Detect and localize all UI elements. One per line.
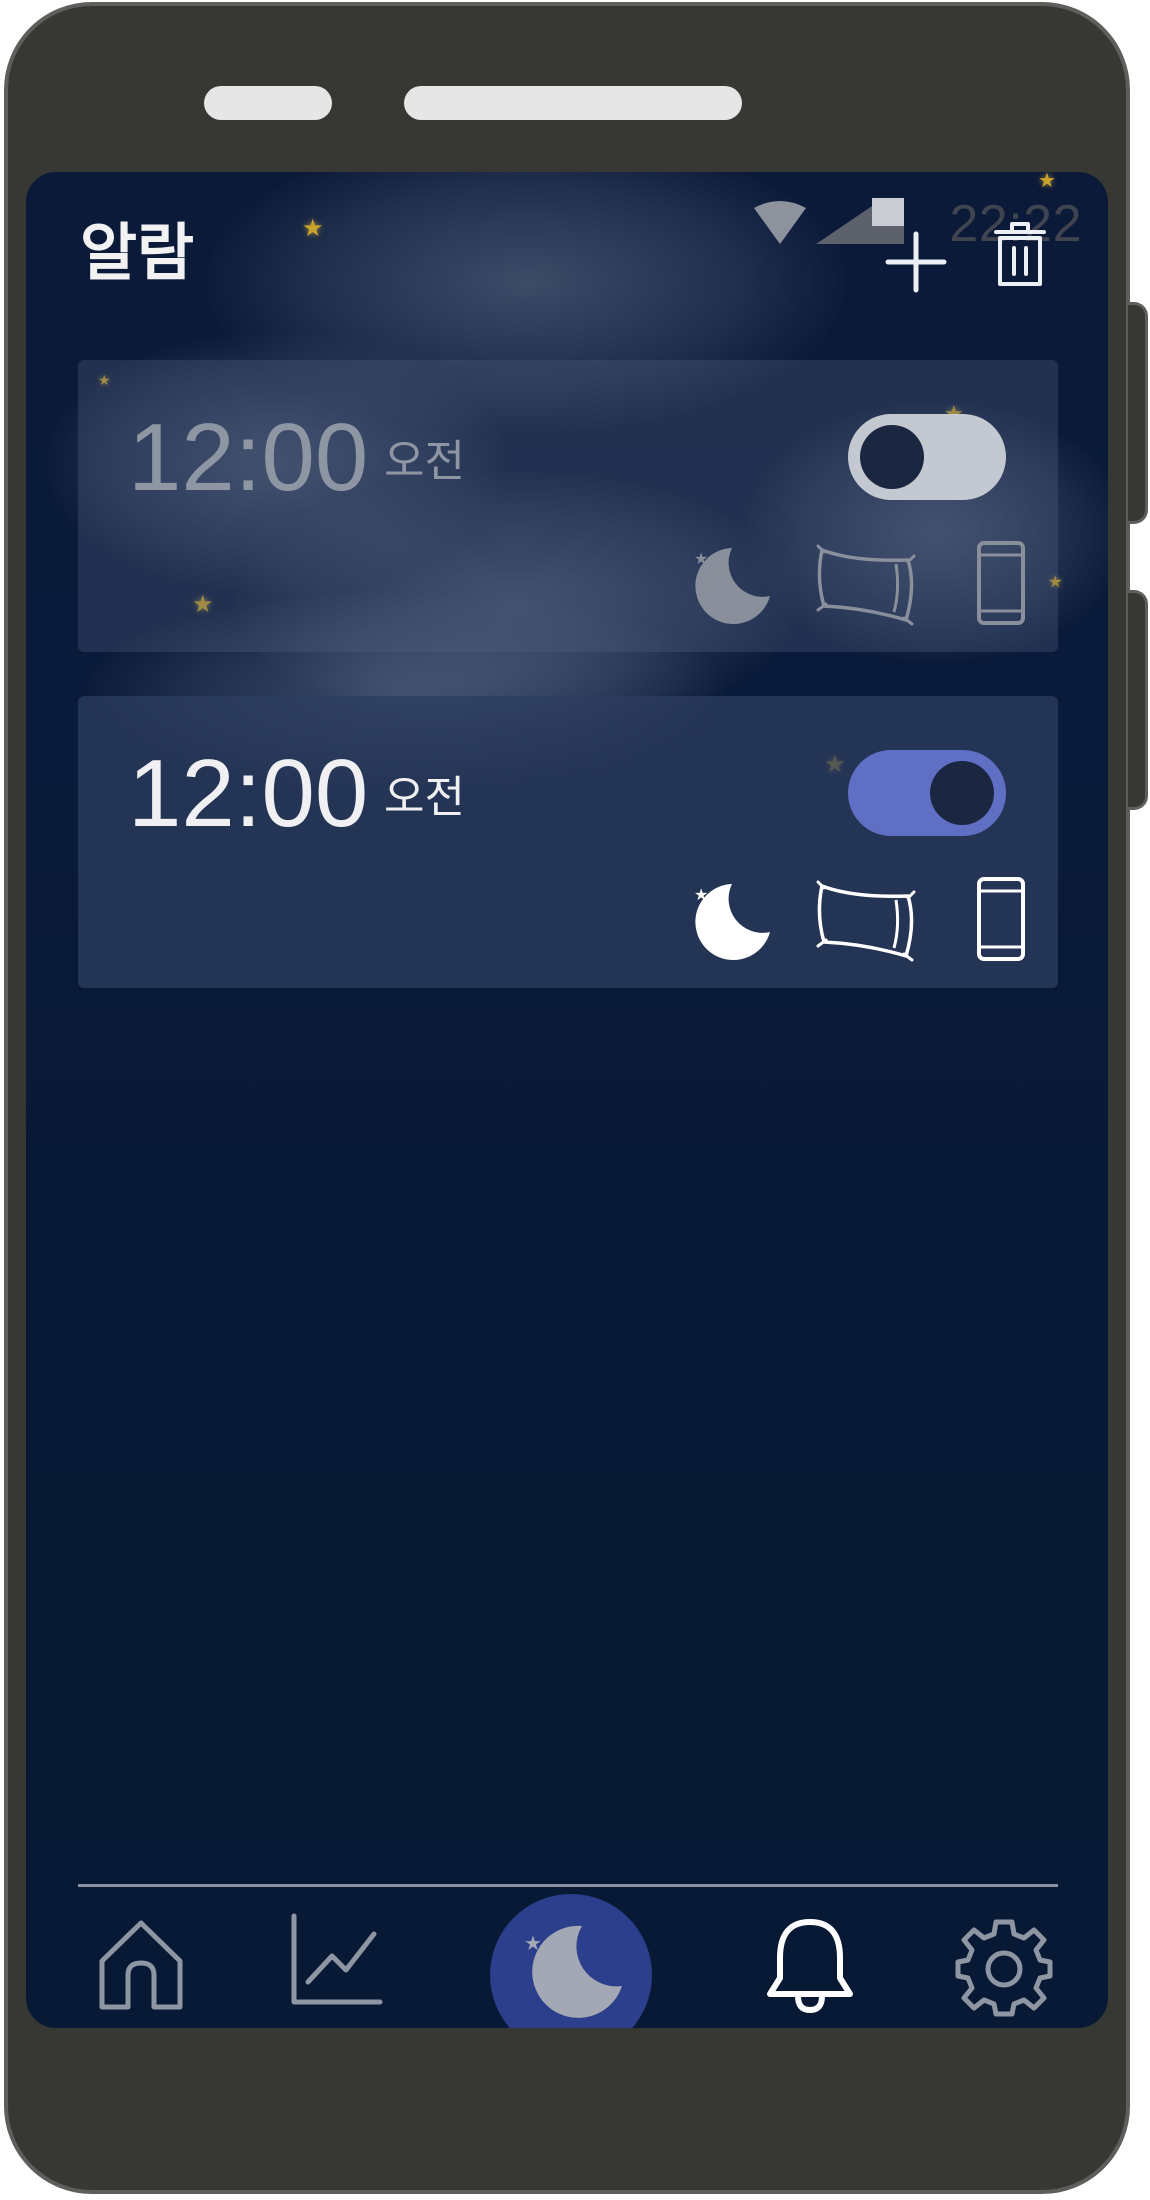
settings-gear-icon[interactable] <box>954 1918 1054 2018</box>
alarm-time: 12:00 <box>128 404 369 511</box>
svg-text:★: ★ <box>536 1969 547 1983</box>
pillow-icon[interactable] <box>814 540 918 628</box>
alarm-toggle[interactable] <box>848 750 1006 836</box>
pillow-icon[interactable] <box>814 876 918 964</box>
svg-text:★: ★ <box>704 917 712 927</box>
svg-text:★: ★ <box>554 1949 568 1968</box>
alarm-bell-icon[interactable] <box>764 1918 856 2014</box>
svg-text:★: ★ <box>694 885 708 904</box>
home-icon[interactable] <box>96 1917 186 2011</box>
toggle-knob <box>860 425 924 489</box>
moon-stars-icon[interactable]: ★ ★ ★ <box>686 876 776 966</box>
sleep-moon-icon: ★ ★ ★ <box>524 1925 622 2018</box>
sleep-button[interactable]: ★ ★ ★ <box>490 1894 652 2028</box>
alarm-ampm: 오전 <box>384 436 465 487</box>
alarm-card[interactable]: 12:00 오전 ★ ★ ★ <box>78 696 1058 988</box>
front-camera <box>204 86 332 120</box>
app-screen: ★ ★ ★ ★ ★ ★ ★ 22:22 알람 12:00 오전 <box>26 172 1108 2028</box>
star-icon: ★ <box>1038 172 1056 192</box>
svg-text:★: ★ <box>716 565 727 579</box>
earpiece-speaker <box>404 86 742 120</box>
toggle-knob <box>930 761 994 825</box>
star-icon: ★ <box>302 214 324 242</box>
wifi-icon <box>754 201 806 244</box>
chart-icon[interactable] <box>288 1912 384 2008</box>
volume-button <box>1128 302 1148 524</box>
alarm-toggle[interactable] <box>848 414 1006 500</box>
add-icon[interactable] <box>884 230 948 294</box>
power-button <box>1128 590 1148 810</box>
alarm-ampm: 오전 <box>384 772 465 823</box>
svg-text:★: ★ <box>524 1931 542 1955</box>
smartphone-icon[interactable] <box>976 540 1026 626</box>
smartphone-icon[interactable] <box>976 876 1026 962</box>
svg-text:★: ★ <box>704 581 712 591</box>
delete-icon[interactable] <box>992 218 1048 288</box>
moon-stars-icon[interactable]: ★ ★ ★ <box>686 540 776 630</box>
svg-text:★: ★ <box>716 901 727 915</box>
svg-text:★: ★ <box>694 549 708 568</box>
alarm-card[interactable]: 12:00 오전 ★ ★ ★ <box>78 360 1058 652</box>
page-title: 알람 <box>80 216 195 289</box>
nav-divider <box>78 1884 1058 1887</box>
alarm-time: 12:00 <box>128 740 369 847</box>
